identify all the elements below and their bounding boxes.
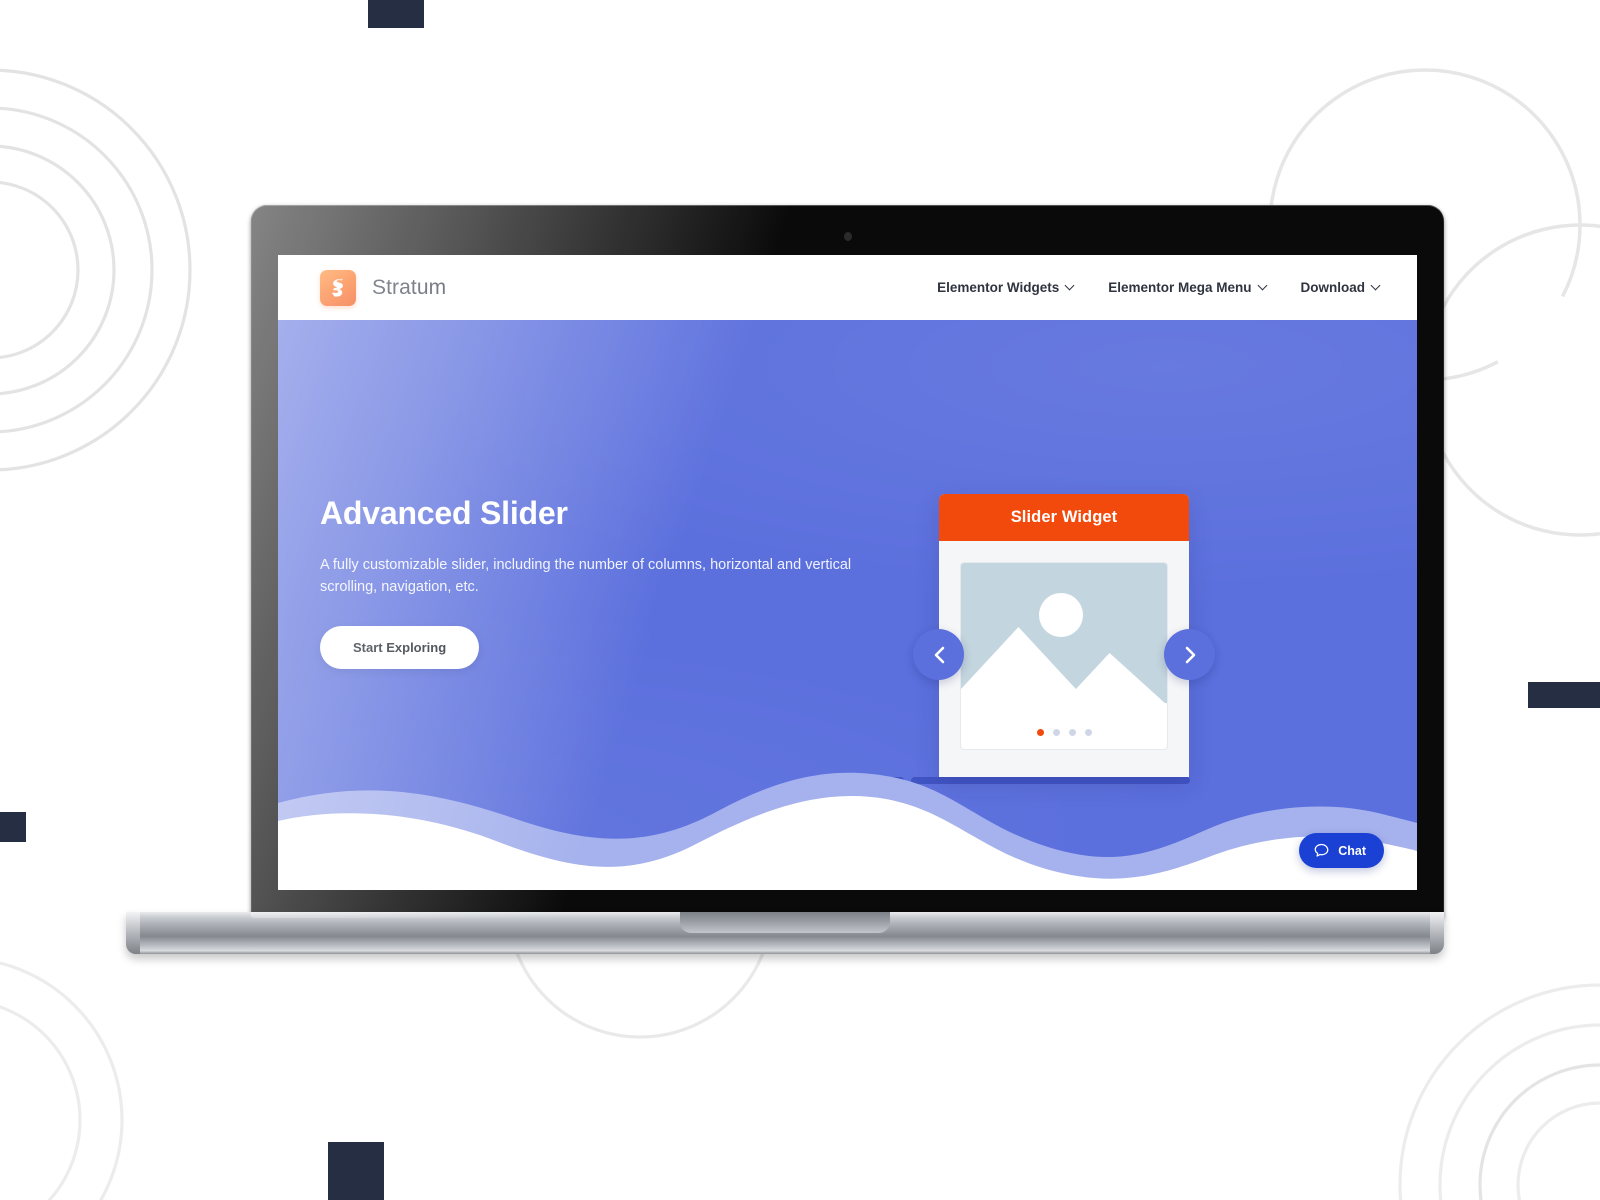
stratum-layers-icon [320, 269, 356, 306]
wave-separator [278, 772, 1417, 890]
nav-label: Elementor Mega Menu [1108, 280, 1252, 295]
ring-top-left-4 [0, 180, 80, 360]
laptop-base-notch [680, 912, 890, 933]
start-exploring-button[interactable]: Start Exploring [320, 626, 480, 670]
site-header: Stratum Elementor Widgets Elementor Mega… [278, 255, 1417, 320]
main-navigation: Elementor Widgets Elementor Mega Menu Do… [937, 280, 1381, 295]
chevron-down-icon [1066, 282, 1075, 291]
pagination-dot[interactable] [1084, 729, 1092, 736]
hero-subtitle: A fully customizable slider, including t… [320, 557, 852, 596]
decor-square-right [1528, 682, 1600, 708]
nav-label: Elementor Widgets [937, 280, 1060, 295]
webcam-icon [843, 232, 852, 241]
laptop-lid: Stratum Elementor Widgets Elementor Mega… [251, 205, 1444, 918]
ring-bottom-right-1 [1398, 983, 1600, 1200]
ring-bottom-right-3 [1478, 1063, 1600, 1200]
chat-label: Chat [1338, 843, 1366, 858]
slider-widget-card: Slider Widget [939, 494, 1189, 777]
hero-copy: Advanced Slider A fully customizable sli… [278, 320, 878, 670]
decor-square-bottom [328, 1142, 384, 1200]
laptop-base-left-edge [126, 912, 140, 954]
laptop-base [126, 912, 1444, 954]
ring-bottom-right-2 [1438, 1023, 1600, 1200]
chevron-right-icon [1185, 646, 1195, 663]
pagination-dot[interactable] [1068, 729, 1076, 736]
slider-next-button[interactable] [1164, 629, 1215, 680]
chat-bubble-icon [1314, 843, 1329, 857]
decor-square-left [0, 812, 26, 842]
chat-button[interactable]: Chat [1299, 833, 1384, 868]
slide-frame [960, 562, 1168, 750]
slider-widget-titlebar: Slider Widget [939, 494, 1189, 541]
ring-bottom-right-4 [1516, 1101, 1600, 1200]
decor-square-top [368, 0, 424, 28]
hero-section: Advanced Slider A fully customizable sli… [278, 320, 1417, 890]
laptop-base-right-edge [1430, 912, 1444, 954]
nav-item-elementor-widgets[interactable]: Elementor Widgets [937, 280, 1075, 295]
nav-item-download[interactable]: Download [1301, 280, 1382, 295]
brand-name: Stratum [372, 275, 447, 299]
brand-logo[interactable]: Stratum [320, 269, 447, 306]
nav-item-elementor-mega-menu[interactable]: Elementor Mega Menu [1108, 280, 1267, 295]
pagination-dot[interactable] [1052, 729, 1060, 736]
nav-label: Download [1300, 280, 1366, 295]
page-title: Advanced Slider [320, 495, 568, 531]
slider-widget-illustration: Slider Widget [878, 494, 1215, 784]
ring-bottom-left-1 [0, 961, 124, 1200]
ring-top-right [1422, 223, 1600, 537]
pagination-dot[interactable] [1036, 729, 1044, 736]
chevron-left-icon [934, 646, 944, 663]
slider-widget-title: Slider Widget [1010, 508, 1118, 526]
image-placeholder-icon [961, 563, 1167, 705]
chevron-down-icon [1259, 282, 1268, 291]
browser-viewport: Stratum Elementor Widgets Elementor Mega… [278, 255, 1417, 890]
laptop-mockup: Stratum Elementor Widgets Elementor Mega… [126, 205, 1444, 960]
slider-prev-button[interactable] [913, 629, 964, 680]
slider-pagination-dots[interactable] [961, 729, 1167, 736]
ring-bottom-left-2 [0, 1005, 82, 1200]
chevron-down-icon [1372, 282, 1381, 291]
ring-top-left-3 [0, 144, 116, 396]
